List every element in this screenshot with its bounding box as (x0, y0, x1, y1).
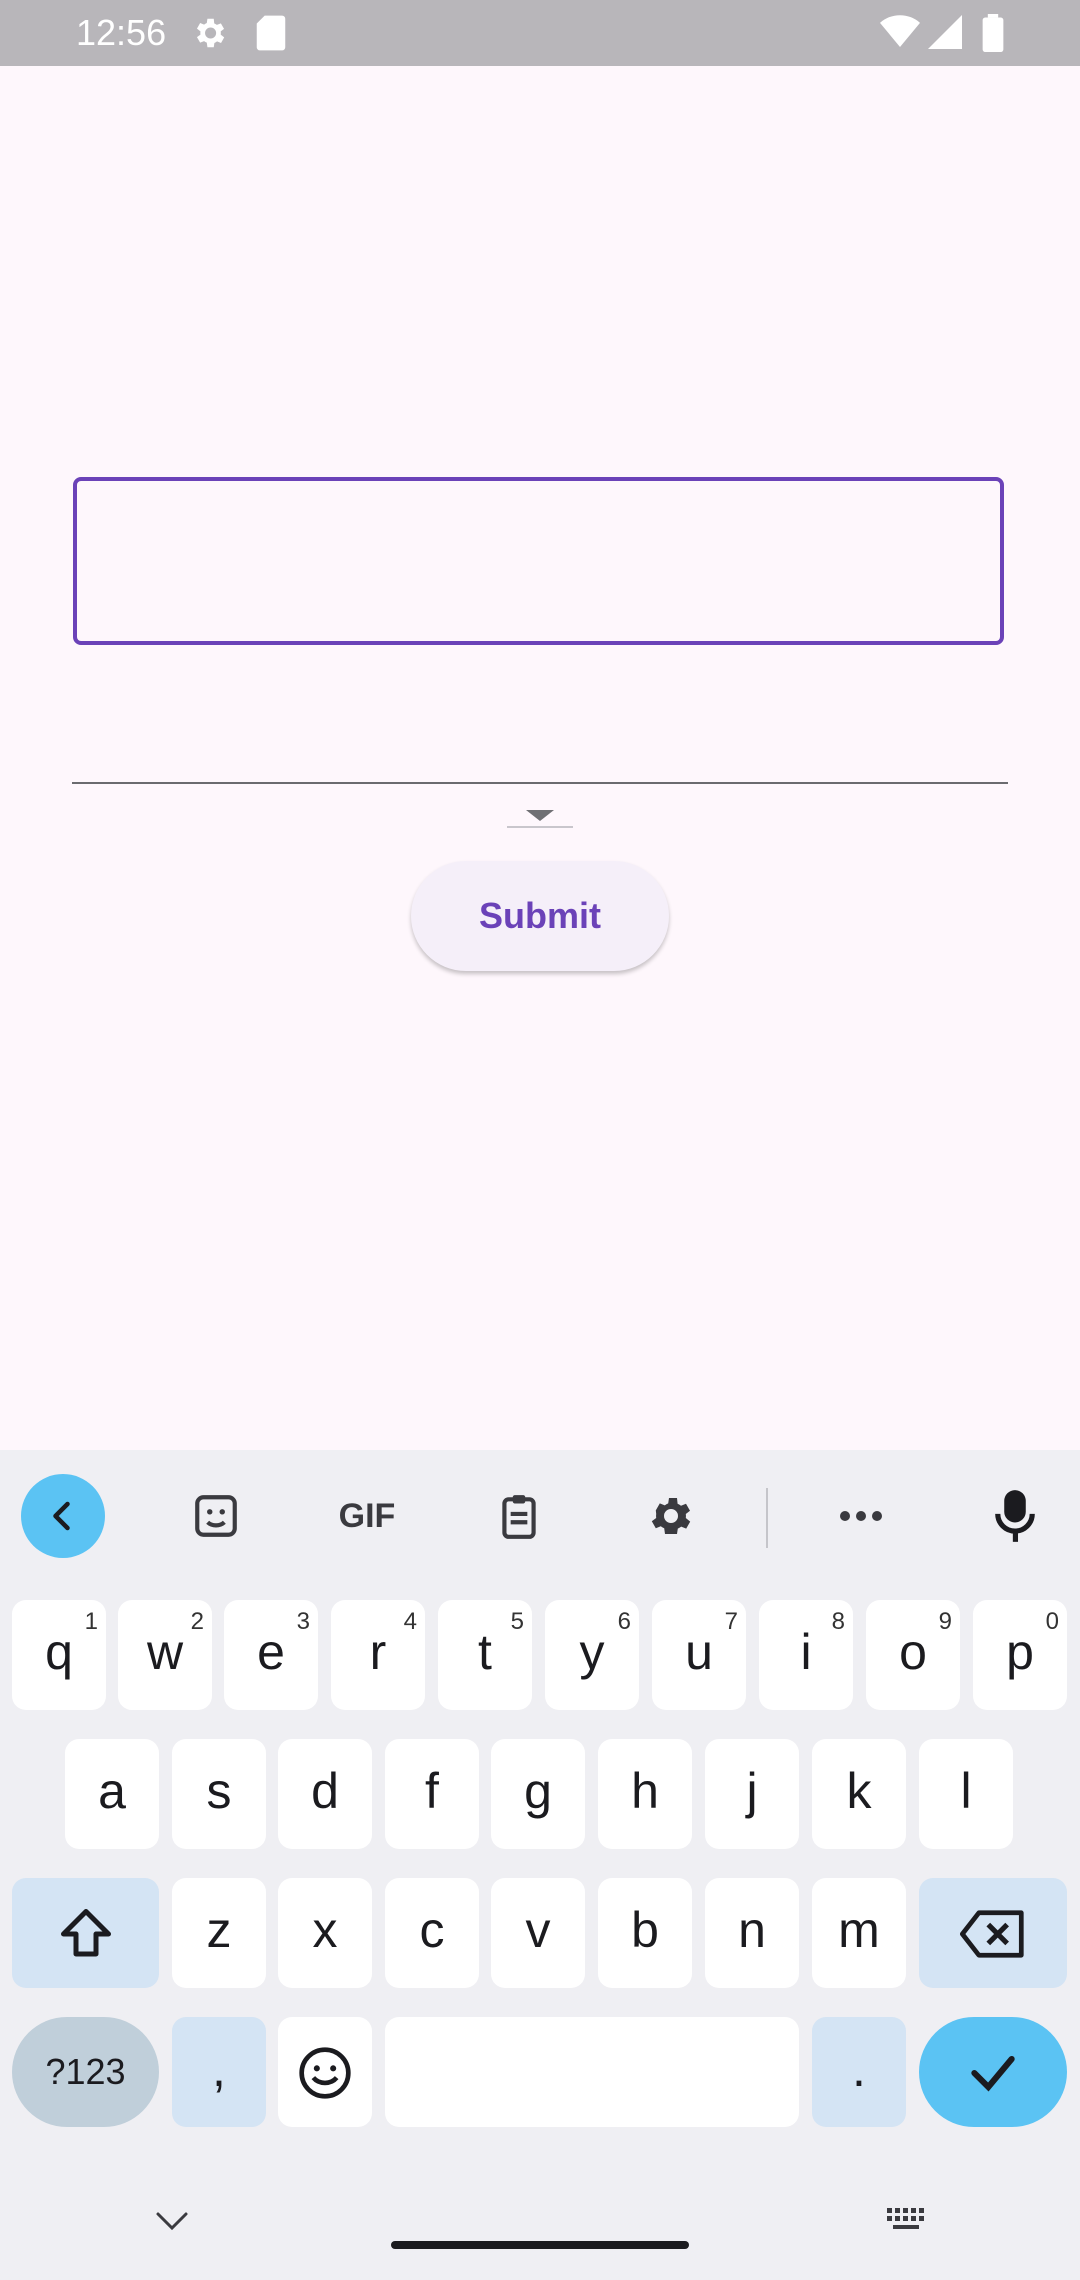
backspace-icon (960, 1910, 1024, 1958)
shift-key[interactable] (12, 1878, 159, 1988)
settings-icon[interactable] (629, 1474, 713, 1558)
emoji-key[interactable] (278, 2017, 372, 2127)
enter-key[interactable] (919, 2017, 1067, 2127)
keyboard-toolbar: GIF (0, 1450, 1080, 1585)
settings-icon (190, 14, 228, 57)
key-y[interactable]: y6 (545, 1600, 639, 1710)
wifi-icon (880, 14, 920, 55)
space-key[interactable] (385, 2017, 799, 2127)
more-icon[interactable] (819, 1474, 903, 1558)
keyboard-switch-icon[interactable] (885, 2206, 929, 2241)
battery-icon (982, 14, 1004, 57)
key-i[interactable]: i8 (759, 1600, 853, 1710)
status-bar: 12:56 (0, 0, 1080, 66)
home-indicator[interactable] (391, 2241, 689, 2249)
key-d[interactable]: d (278, 1739, 372, 1849)
gif-label: GIF (338, 1496, 396, 1535)
status-time: 12:56 (76, 12, 167, 53)
on-screen-keyboard: GIF q1 w2 e3 r4 t5 y6 u7 i8 o9 p0 a s d … (0, 1450, 1080, 2280)
clipboard-icon[interactable] (477, 1474, 561, 1558)
navigation-bar (0, 2160, 1080, 2280)
key-e[interactable]: e3 (224, 1600, 318, 1710)
emoji-icon (299, 2047, 351, 2099)
key-f[interactable]: f (385, 1739, 479, 1849)
submit-button[interactable]: Submit (411, 861, 669, 971)
shift-icon (60, 1908, 111, 1957)
mic-icon[interactable] (973, 1474, 1057, 1558)
key-n[interactable]: n (705, 1878, 799, 1988)
key-u[interactable]: u7 (652, 1600, 746, 1710)
signal-icon (928, 14, 962, 55)
key-x[interactable]: x (278, 1878, 372, 1988)
gif-icon[interactable]: GIF (325, 1474, 409, 1558)
key-w[interactable]: w2 (118, 1600, 212, 1710)
key-o[interactable]: o9 (866, 1600, 960, 1710)
hide-keyboard-icon[interactable] (152, 2210, 192, 2239)
sd-card-icon (254, 14, 288, 57)
key-z[interactable]: z (172, 1878, 266, 1988)
key-a[interactable]: a (65, 1739, 159, 1849)
key-r[interactable]: r4 (331, 1600, 425, 1710)
sticker-icon[interactable] (174, 1474, 258, 1558)
key-c[interactable]: c (385, 1878, 479, 1988)
back-icon[interactable] (21, 1474, 105, 1558)
checkmark-icon (971, 2055, 1015, 2092)
key-j[interactable]: j (705, 1739, 799, 1849)
key-l[interactable]: l (919, 1739, 1013, 1849)
key-m[interactable]: m (812, 1878, 906, 1988)
key-p[interactable]: p0 (973, 1600, 1067, 1710)
key-g[interactable]: g (491, 1739, 585, 1849)
symbols-key[interactable]: ?123 (12, 2017, 159, 2127)
key-h[interactable]: h (598, 1739, 692, 1849)
comma-key[interactable]: , (172, 2017, 266, 2127)
key-t[interactable]: t5 (438, 1600, 532, 1710)
key-k[interactable]: k (812, 1739, 906, 1849)
toolbar-divider (766, 1488, 768, 1548)
period-key[interactable]: . (812, 2017, 906, 2127)
chevron-down-icon[interactable] (507, 808, 573, 828)
key-b[interactable]: b (598, 1878, 692, 1988)
backspace-key[interactable] (919, 1878, 1067, 1988)
key-v[interactable]: v (491, 1878, 585, 1988)
dropdown-underline (72, 782, 1008, 784)
text-input-field[interactable] (73, 477, 1004, 645)
key-q[interactable]: q1 (12, 1600, 106, 1710)
key-s[interactable]: s (172, 1739, 266, 1849)
